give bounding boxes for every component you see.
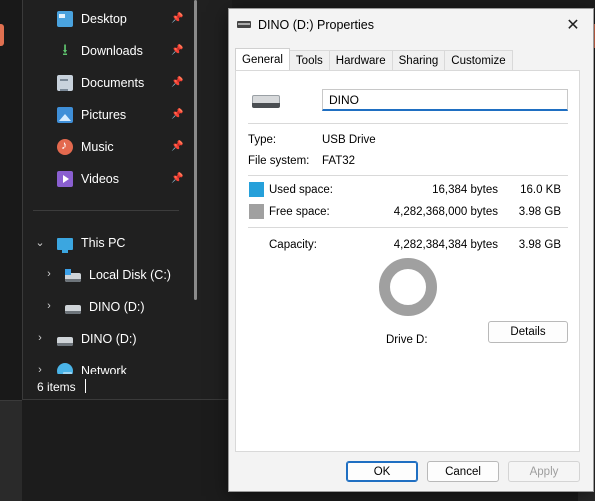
desktop-icon bbox=[57, 11, 73, 27]
download-icon: ⭳ bbox=[62, 42, 68, 59]
documents-icon bbox=[57, 75, 73, 91]
general-tab-panel: Type: USB Drive File system: FAT32 Used … bbox=[235, 70, 580, 452]
windows-badge-icon bbox=[65, 268, 71, 275]
local-disk-icon bbox=[65, 268, 81, 282]
type-label: Type: bbox=[248, 134, 277, 146]
dialog-title: DINO (D:) Properties bbox=[258, 18, 374, 32]
file-system-value: FAT32 bbox=[322, 155, 356, 167]
tab-general[interactable]: General bbox=[235, 48, 290, 70]
background-window-edge bbox=[0, 400, 22, 501]
chevron-right-icon[interactable]: › bbox=[43, 268, 55, 280]
used-space-bytes: 16,384 bytes bbox=[432, 184, 498, 196]
nav-item-local-disk[interactable]: Local Disk (C:) bbox=[65, 263, 171, 287]
nav-item-this-pc[interactable]: This PC bbox=[57, 231, 125, 255]
nav-item-label: DINO (D:) bbox=[89, 300, 145, 314]
separator bbox=[248, 227, 568, 228]
tab-customize[interactable]: Customize bbox=[444, 50, 513, 70]
item-count: 6 items bbox=[37, 380, 76, 394]
chevron-right-icon[interactable]: › bbox=[43, 300, 55, 312]
drive-name-input[interactable] bbox=[322, 89, 568, 111]
nav-item-desktop[interactable]: Desktop bbox=[57, 7, 127, 31]
cancel-button[interactable]: Cancel bbox=[427, 461, 499, 482]
close-button[interactable]: ✕ bbox=[561, 15, 585, 37]
pictures-icon bbox=[57, 107, 73, 123]
separator bbox=[248, 175, 568, 176]
tab-tools[interactable]: Tools bbox=[288, 50, 330, 70]
capacity-label: Capacity: bbox=[269, 239, 317, 251]
nav-item-documents[interactable]: Documents bbox=[57, 71, 144, 95]
videos-icon bbox=[57, 171, 73, 187]
free-space-size: 3.98 GB bbox=[518, 206, 561, 218]
usb-drive-icon bbox=[252, 95, 280, 108]
free-space-ring bbox=[379, 258, 437, 316]
pin-icon[interactable]: 📌 bbox=[171, 45, 183, 57]
nav-item-label: Pictures bbox=[81, 108, 127, 122]
nav-item-label: Music bbox=[81, 140, 114, 154]
nav-item-label: Downloads bbox=[81, 44, 143, 58]
nav-item-pictures[interactable]: Pictures bbox=[57, 103, 126, 127]
capacity-bytes: 4,282,384,384 bytes bbox=[393, 239, 498, 251]
tab-sharing[interactable]: Sharing bbox=[391, 50, 446, 70]
nav-item-label: Local Disk (C:) bbox=[89, 268, 171, 282]
status-bar: 6 items bbox=[23, 374, 233, 399]
nav-divider bbox=[33, 210, 179, 211]
pin-icon[interactable]: 📌 bbox=[171, 141, 183, 153]
ok-button[interactable]: OK bbox=[346, 461, 418, 482]
status-separator bbox=[85, 379, 86, 393]
drive-caption: Drive D: bbox=[386, 334, 428, 346]
usb-drive-icon bbox=[57, 336, 73, 346]
apply-button[interactable]: Apply bbox=[508, 461, 580, 482]
background-window-edge bbox=[0, 24, 4, 46]
nav-item-label: Videos bbox=[81, 172, 119, 186]
chevron-down-icon[interactable]: ⌄ bbox=[34, 236, 46, 249]
nav-item-dino-root[interactable]: DINO (D:) bbox=[57, 327, 137, 351]
pin-icon[interactable]: 📌 bbox=[171, 13, 183, 25]
used-space-swatch bbox=[249, 182, 264, 197]
separator bbox=[248, 123, 568, 124]
nav-item-label: DINO (D:) bbox=[81, 332, 137, 346]
nav-item-dino-drive[interactable]: DINO (D:) bbox=[65, 295, 145, 319]
pin-icon[interactable]: 📌 bbox=[171, 173, 183, 185]
free-space-label: Free space: bbox=[269, 206, 330, 218]
nav-item-downloads[interactable]: ⭳ Downloads bbox=[57, 39, 143, 63]
capacity-size: 3.98 GB bbox=[518, 239, 561, 251]
nav-item-music[interactable]: Music bbox=[57, 135, 114, 159]
usb-drive-icon bbox=[65, 304, 81, 314]
nav-item-label: This PC bbox=[81, 236, 126, 250]
drive-properties-dialog: DINO (D:) Properties ✕ General Tools Har… bbox=[228, 8, 594, 492]
nav-item-label: Desktop bbox=[81, 12, 127, 26]
pin-icon[interactable]: 📌 bbox=[171, 109, 183, 121]
pin-icon[interactable]: 📌 bbox=[171, 77, 183, 89]
tab-hardware[interactable]: Hardware bbox=[328, 50, 393, 70]
file-explorer-window: Desktop 📌 ⭳ Downloads 📌 Documents 📌 Pict… bbox=[22, 0, 233, 400]
free-space-bytes: 4,282,368,000 bytes bbox=[393, 206, 498, 218]
music-icon bbox=[57, 138, 73, 155]
nav-scrollbar[interactable] bbox=[194, 0, 197, 300]
free-space-swatch bbox=[249, 204, 264, 219]
file-system-label: File system: bbox=[248, 155, 310, 167]
donut-svg bbox=[379, 258, 437, 316]
dialog-title-bar[interactable]: DINO (D:) Properties ✕ bbox=[229, 9, 593, 43]
disk-usage-donut bbox=[378, 257, 438, 317]
drive-title-icon bbox=[237, 21, 251, 28]
nav-item-videos[interactable]: Videos bbox=[57, 167, 119, 191]
nav-item-label: Documents bbox=[81, 76, 145, 90]
pc-icon bbox=[57, 238, 73, 253]
used-space-label: Used space: bbox=[269, 184, 333, 196]
chevron-right-icon[interactable]: › bbox=[34, 332, 46, 344]
type-value: USB Drive bbox=[322, 134, 376, 146]
details-button[interactable]: Details bbox=[488, 321, 568, 343]
used-space-size: 16.0 KB bbox=[520, 184, 561, 196]
tab-strip: General Tools Hardware Sharing Customize bbox=[235, 48, 513, 70]
